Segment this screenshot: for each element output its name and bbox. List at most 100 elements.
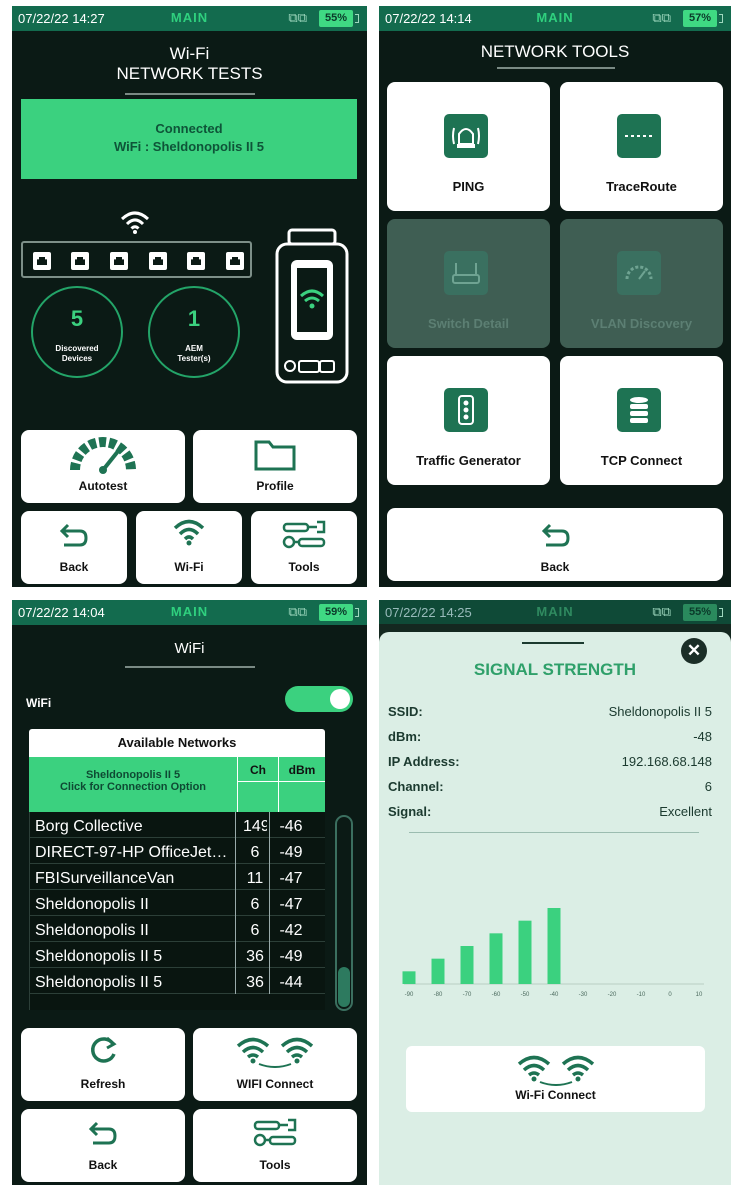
row-channel: 6 <box>250 896 260 913</box>
refresh-button[interactable]: Refresh <box>21 1028 185 1101</box>
wifi-connect-button[interactable]: WIFI Connect <box>193 1028 357 1101</box>
row-ssid: Sheldonopolis II <box>35 896 149 913</box>
row-dbm: -49 <box>279 844 303 861</box>
back-arrow-icon <box>88 1121 117 1145</box>
folder-icon <box>254 440 296 471</box>
chart-tick-label: 10 <box>696 992 703 998</box>
port-icon <box>226 252 244 270</box>
tool-tcp-connect[interactable]: TCP Connect <box>560 356 723 485</box>
connection-option-hint: Click for Connection Option <box>59 781 207 793</box>
tools-icon <box>253 1118 297 1147</box>
tool-switch-detail[interactable]: Switch Detail <box>387 219 550 348</box>
battery-icon: 55% <box>319 10 353 27</box>
back-button[interactable]: Back <box>387 508 723 581</box>
aem-testers[interactable]: 1 AEM Tester(s) <box>148 286 240 378</box>
status-mode: MAIN <box>536 10 574 25</box>
tools-button[interactable]: Tools <box>251 511 357 584</box>
title-underline <box>125 93 255 95</box>
switch-ports <box>21 241 252 278</box>
table-row[interactable]: Sheldonopolis II 5 36 -44 <box>30 968 325 994</box>
refresh-label: Refresh <box>80 1077 126 1091</box>
row-channel: 11 <box>246 870 264 887</box>
scrollbar[interactable] <box>335 815 353 1011</box>
wifi-icon <box>173 519 205 546</box>
connection-banner[interactable]: Connected WiFi : Sheldonopolis II 5 <box>21 99 357 179</box>
main-screen: 07/22/22 14:27 MAIN ⧉⧉ 55% Wi-Fi NETWORK… <box>12 6 367 587</box>
row-channel: 6 <box>250 844 260 861</box>
banner-status: Connected <box>155 121 223 136</box>
table-row[interactable]: DIRECT-97-HP OfficeJet 38... 6 -49 <box>30 838 325 864</box>
tools-button[interactable]: Tools <box>193 1109 357 1182</box>
tool-label: PING <box>452 179 485 194</box>
title-underline <box>497 67 615 69</box>
link-icon: ⧉⧉ <box>652 604 671 619</box>
wifi-connect-icon <box>517 1055 595 1086</box>
tools-icon <box>282 520 326 549</box>
back-arrow-icon <box>541 523 570 547</box>
chart-bar <box>431 958 445 984</box>
status-bar: 07/22/22 14:25 MAIN ⧉⧉ 55% <box>379 600 731 625</box>
battery-icon: 57% <box>683 10 717 27</box>
battery-icon: 55% <box>683 604 717 621</box>
status-mode: MAIN <box>170 10 209 25</box>
back-label: Back <box>59 560 89 574</box>
row-dbm: -44 <box>279 974 303 991</box>
back-button[interactable]: Back <box>21 1109 185 1182</box>
row-channel: 36 <box>246 948 264 965</box>
discovered-count: 5 <box>70 306 84 331</box>
tool-label: Traffic Generator <box>416 453 521 468</box>
table-title: Available Networks <box>29 729 325 757</box>
row-ssid: Sheldonopolis II 5 <box>35 974 163 991</box>
battery-nub <box>719 608 723 617</box>
tool-ping[interactable]: PING <box>387 82 550 211</box>
network-tools-screen: 07/22/22 14:14 MAIN ⧉⧉ 57% NETWORK TOOLS… <box>379 6 731 587</box>
table-row[interactable]: Sheldonopolis II 5 36 -49 <box>30 942 325 968</box>
connected-network-row[interactable]: Sheldonopolis II 5 Click for Connection … <box>29 757 237 812</box>
link-icon: ⧉⧉ <box>652 10 671 25</box>
wifi-button[interactable]: Wi-Fi <box>136 511 242 584</box>
divider <box>409 832 699 833</box>
port-icon <box>110 252 128 270</box>
table-row[interactable]: Sheldonopolis II 6 -42 <box>30 916 325 942</box>
refresh-icon <box>91 1036 117 1063</box>
column-header-ch: Ch <box>237 757 278 812</box>
tool-vlan-discovery[interactable]: VLAN Discovery <box>560 219 723 348</box>
title-underline <box>125 666 255 668</box>
tester-label: AEM Tester(s) <box>177 344 211 363</box>
toggle-knob <box>330 689 350 709</box>
wifi-connect-button[interactable]: Wi-Fi Connect <box>406 1046 705 1112</box>
table-row[interactable]: Sheldonopolis II 6 -47 <box>30 890 325 916</box>
page-title-line2: NETWORK TESTS <box>116 64 263 83</box>
discovered-devices[interactable]: 5 Discovered Devices <box>31 286 123 378</box>
back-button[interactable]: Back <box>21 511 127 584</box>
banner-network: WiFi : Sheldonopolis II 5 <box>113 139 265 154</box>
chart-bar <box>518 920 532 984</box>
traceroute-icon <box>617 114 661 158</box>
wifi-toggle[interactable] <box>285 686 353 712</box>
battery-nub <box>355 608 359 617</box>
tool-traffic-generator[interactable]: Traffic Generator <box>387 356 550 485</box>
chart-tick-label: -30 <box>579 992 588 998</box>
table-row[interactable]: FBISurveillanceVan 11 -47 <box>30 864 325 890</box>
row-dbm: -47 <box>279 870 303 887</box>
battery-nub <box>355 14 359 23</box>
battery-nub <box>719 14 723 23</box>
status-bar: 07/22/22 14:14 MAIN ⧉⧉ 57% <box>379 6 731 31</box>
autotest-button[interactable]: Autotest <box>21 430 185 503</box>
wifi-toggle-label: WiFi <box>26 696 52 710</box>
chart-bar <box>547 908 561 984</box>
row-dbm: -42 <box>279 922 303 939</box>
row-ssid: Sheldonopolis II 5 <box>35 948 163 965</box>
profile-button[interactable]: Profile <box>193 430 357 503</box>
row-dbm: -49 <box>279 948 303 965</box>
row-dbm: -47 <box>279 896 303 913</box>
battery-icon: 59% <box>319 604 353 621</box>
wifi-connect-icon <box>236 1037 314 1068</box>
page-title: NETWORK TOOLS <box>480 42 630 61</box>
tool-traceroute[interactable]: TraceRoute <box>560 82 723 211</box>
database-icon <box>617 388 661 432</box>
table-row[interactable]: Borg Collective 149 -46 <box>30 812 325 838</box>
row-ssid: FBISurveillanceVan <box>35 870 175 887</box>
scrollbar-thumb[interactable] <box>338 967 350 1007</box>
signal-strength-screen: 07/22/22 14:25 MAIN ⧉⧉ 55% ✕ SIGNAL STRE… <box>379 600 731 1185</box>
